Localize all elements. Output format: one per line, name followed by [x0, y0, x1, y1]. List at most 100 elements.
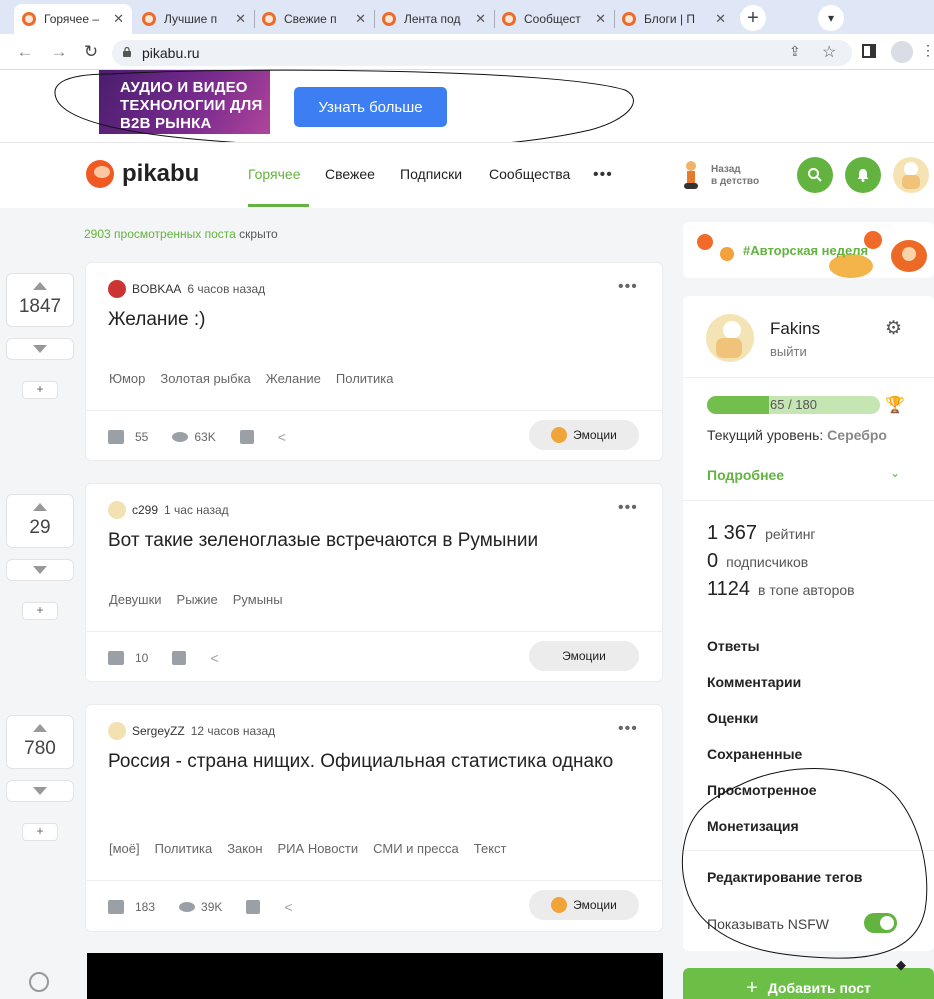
bell-icon[interactable] [845, 157, 881, 193]
menu-comments[interactable]: Комментарии [707, 674, 801, 690]
tab-close-icon[interactable]: ✕ [235, 11, 246, 27]
post-title[interactable]: Желание :) [108, 306, 628, 334]
tag[interactable]: Закон [227, 841, 262, 856]
tab-close-icon[interactable]: ✕ [595, 11, 606, 27]
tab-close-icon[interactable]: ✕ [113, 11, 124, 27]
tag[interactable]: РИА Новости [278, 841, 359, 856]
stat-subscribers[interactable]: 0 подписчиков [707, 550, 808, 573]
details-toggle[interactable]: Подробнее [707, 467, 784, 483]
emotions-button[interactable]: Эмоции [529, 420, 639, 450]
browser-tab[interactable]: Сообщест ✕ [494, 4, 614, 34]
tag[interactable]: Румыны [233, 592, 283, 607]
expand-post-button[interactable]: + [22, 381, 58, 399]
nav-communities[interactable]: Сообщества [489, 166, 570, 182]
tag[interactable]: Желание [266, 371, 321, 386]
tag[interactable]: Текст [474, 841, 507, 856]
profile-icon[interactable] [891, 41, 913, 63]
save-icon[interactable] [239, 430, 254, 444]
comment-icon[interactable] [108, 651, 124, 665]
post-author[interactable]: c299 [132, 503, 158, 517]
hidden-posts-link[interactable]: 2903 просмотренных поста [84, 227, 236, 241]
browser-tab[interactable]: Свежие п ✕ [254, 4, 374, 34]
browser-tab[interactable]: Лента под ✕ [374, 4, 494, 34]
upvote-icon[interactable] [33, 724, 47, 732]
browser-tab-active[interactable]: Горячее – ✕ [14, 4, 132, 34]
post-more-icon[interactable]: ••• [618, 278, 638, 296]
bookmark-star-icon[interactable]: ☆ [822, 42, 836, 62]
side-panel-icon[interactable] [862, 44, 876, 58]
menu-monetization[interactable]: Монетизация [707, 818, 799, 834]
gear-icon[interactable]: ⚙ [885, 319, 905, 339]
post-author[interactable]: BOBKAA [132, 282, 181, 296]
emotions-button[interactable]: Эмоции [529, 641, 639, 671]
share-icon[interactable]: < [278, 429, 286, 445]
stat-top-authors[interactable]: 1124 в топе авторов [707, 578, 855, 601]
downvote-button[interactable] [6, 780, 74, 802]
tab-close-icon[interactable]: ✕ [355, 11, 366, 27]
kebab-menu-icon[interactable]: ⋮ [921, 42, 934, 59]
browser-tab[interactable]: Лучшие п ✕ [134, 4, 254, 34]
pikabu-logo[interactable]: pikabu [86, 160, 199, 188]
downvote-button[interactable] [6, 559, 74, 581]
tag[interactable]: Политика [155, 841, 213, 856]
expand-post-button[interactable]: + [22, 823, 58, 841]
post-author[interactable]: SergeyZZ [132, 724, 185, 738]
logout-link[interactable]: выйти [770, 344, 807, 359]
share-icon[interactable]: < [210, 650, 218, 666]
profile-avatar[interactable] [706, 314, 754, 362]
back-arrow-icon[interactable]: ← [14, 41, 36, 63]
nav-more-icon[interactable]: ••• [593, 166, 613, 184]
trophy-icon[interactable]: 🏆 [885, 395, 905, 415]
ad-image[interactable]: АУДИО И ВИДЕО ТЕХНОЛОГИИ ДЛЯ B2B РЫНКА [99, 70, 270, 134]
nav-hot[interactable]: Горячее [248, 166, 301, 182]
ad-learn-more-button[interactable]: Узнать больше [294, 87, 447, 127]
profile-username[interactable]: Fakins [770, 319, 820, 339]
post-more-icon[interactable]: ••• [618, 720, 638, 738]
forward-arrow-icon[interactable]: → [48, 41, 70, 63]
author-avatar[interactable] [108, 501, 126, 519]
menu-edit-tags[interactable]: Редактирование тегов [707, 869, 862, 885]
tag[interactable]: Рыжие [177, 592, 218, 607]
user-avatar[interactable] [893, 157, 929, 193]
upvote-icon[interactable] [33, 282, 47, 290]
save-icon[interactable] [172, 651, 187, 665]
save-icon[interactable] [246, 900, 261, 914]
downvote-button[interactable] [6, 338, 74, 360]
nav-fresh[interactable]: Свежее [325, 166, 375, 182]
tab-close-icon[interactable]: ✕ [715, 11, 726, 27]
tab-search-chevron-icon[interactable]: ▾ [818, 5, 844, 31]
menu-viewed[interactable]: Просмотренное [707, 782, 817, 798]
share-icon[interactable]: ⇪ [789, 43, 801, 60]
post-more-icon[interactable]: ••• [618, 499, 638, 517]
url-field[interactable]: pikabu.ru [112, 40, 852, 66]
author-week-label[interactable]: #Авторская неделя [743, 243, 868, 258]
menu-saved[interactable]: Сохраненные [707, 746, 802, 762]
nav-subscriptions[interactable]: Подписки [400, 166, 462, 182]
tag[interactable]: СМИ и пресса [373, 841, 459, 856]
upvote-icon[interactable] [33, 503, 47, 511]
post-video-preview[interactable] [87, 953, 663, 999]
expand-post-button[interactable]: + [22, 602, 58, 620]
tag[interactable]: [моё] [109, 841, 140, 856]
author-avatar[interactable] [108, 722, 126, 740]
tag[interactable]: Юмор [109, 371, 145, 386]
nsfw-toggle[interactable] [864, 913, 897, 933]
tag[interactable]: Политика [336, 371, 394, 386]
menu-ratings[interactable]: Оценки [707, 710, 758, 726]
menu-replies[interactable]: Ответы [707, 638, 760, 654]
comment-icon[interactable] [108, 900, 124, 914]
tag[interactable]: Девушки [109, 592, 162, 607]
tab-close-icon[interactable]: ✕ [475, 11, 486, 27]
new-tab-button[interactable]: + [740, 5, 766, 31]
post-title[interactable]: Вот такие зеленоглазые встречаются в Рум… [108, 527, 628, 555]
browser-tab[interactable]: Блоги | П ✕ [614, 4, 734, 34]
comment-icon[interactable] [108, 430, 124, 444]
post-title[interactable]: Россия - страна нищих. Официальная стати… [108, 748, 628, 776]
tag[interactable]: Золотая рыбка [160, 371, 250, 386]
search-icon[interactable] [797, 157, 833, 193]
nostalgia-figure-icon[interactable] [680, 160, 702, 192]
author-avatar[interactable] [108, 280, 126, 298]
nostalgia-link[interactable]: Назад в детство [711, 164, 759, 188]
reload-icon[interactable]: ↻ [80, 41, 102, 63]
compass-icon[interactable] [29, 972, 49, 992]
